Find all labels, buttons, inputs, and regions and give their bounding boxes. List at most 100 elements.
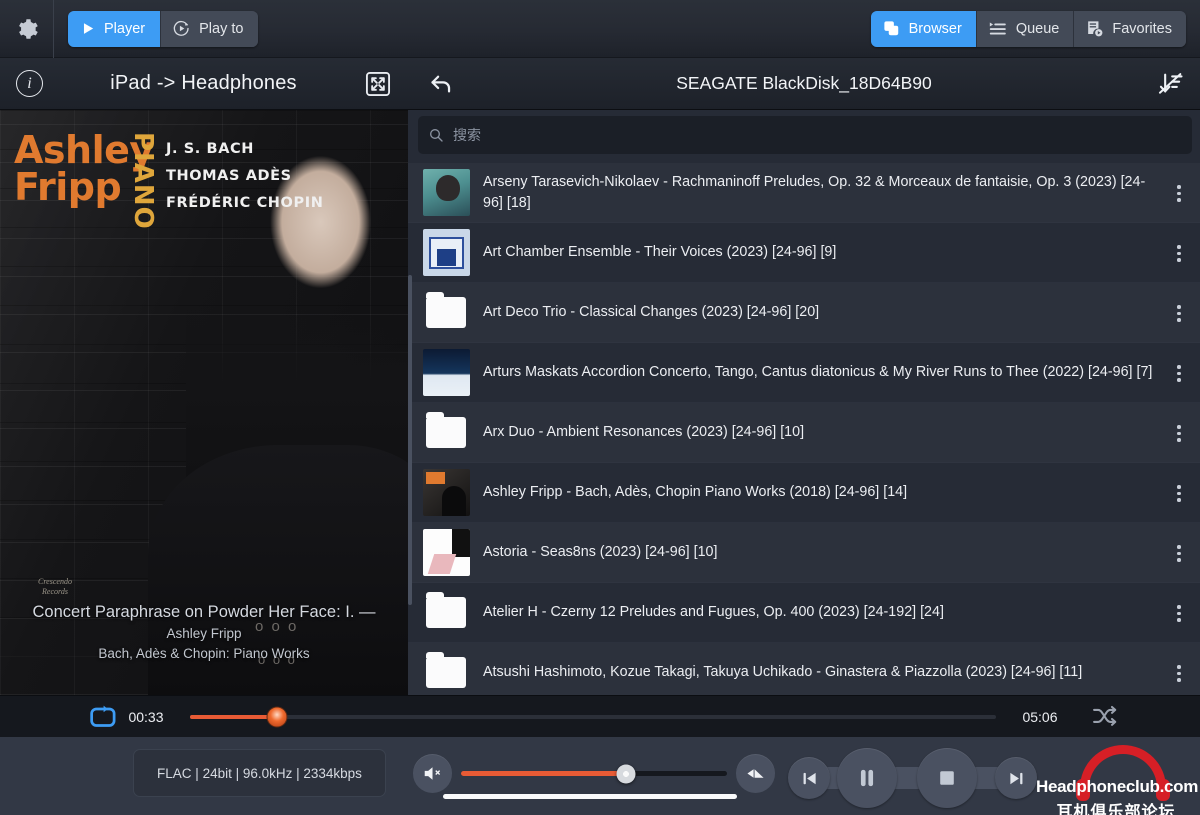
seek-bar-strip: 00:33 05:06: [0, 695, 1200, 737]
volume-down-icon: [744, 764, 767, 783]
tab-favorites-label: Favorites: [1112, 21, 1172, 37]
tab-play-to[interactable]: Play to: [160, 11, 258, 47]
list-scrollbar[interactable]: [408, 275, 412, 605]
browser-panel: SEAGATE BlackDisk_18D64B90 搜索 Ar: [408, 58, 1200, 695]
kebab-menu-icon[interactable]: [1166, 240, 1192, 265]
kebab-menu-icon[interactable]: [1166, 600, 1192, 625]
expand-icon[interactable]: [364, 70, 392, 98]
list-item-label: Arturs Maskats Accordion Concerto, Tango…: [483, 362, 1153, 383]
output-route-title: iPad -> Headphones: [110, 72, 297, 95]
volume-down-button[interactable]: [736, 754, 775, 793]
mode-tab-group: Player Play to: [68, 11, 258, 47]
kebab-menu-icon[interactable]: [1166, 480, 1192, 505]
tab-play-to-label: Play to: [199, 21, 243, 37]
table-row[interactable]: Art Chamber Ensemble - Their Voices (202…: [408, 223, 1200, 283]
format-badge: FLAC | 24bit | 96.0kHz | 2334kbps: [133, 749, 386, 797]
volume-handle[interactable]: [616, 764, 635, 783]
previous-track-button[interactable]: [788, 757, 830, 799]
transport-bar: FLAC | 24bit | 96.0kHz | 2334kbps: [0, 737, 1200, 815]
seek-slider[interactable]: [190, 715, 996, 719]
stop-button[interactable]: [917, 748, 977, 808]
browser-title: SEAGATE BlackDisk_18D64B90: [408, 73, 1200, 94]
table-row[interactable]: Atelier H - Czerny 12 Preludes and Fugue…: [408, 583, 1200, 643]
play-triangle-icon: [79, 20, 96, 37]
elapsed-time: 00:33: [120, 709, 172, 725]
kebab-menu-icon[interactable]: [1166, 420, 1192, 445]
list-item-label: Atsushi Hashimoto, Kozue Takagi, Takuya …: [483, 662, 1153, 683]
album-thumbnail: [423, 229, 470, 276]
volume-fill: [461, 771, 626, 776]
transport-controls: [782, 741, 1052, 815]
list-item-label: Arx Duo - Ambient Resonances (2023) [24-…: [483, 422, 1153, 443]
tab-favorites[interactable]: Favorites: [1073, 11, 1186, 47]
now-playing-artist: Ashley Fripp: [16, 624, 392, 644]
kebab-menu-icon[interactable]: [1166, 660, 1192, 685]
kebab-menu-icon[interactable]: [1166, 300, 1192, 325]
kebab-menu-icon[interactable]: [1166, 360, 1192, 385]
album-art-composers: J. S. BACH THOMAS ADÈS FRÉDÉRIC CHOPIN: [166, 136, 323, 217]
table-row[interactable]: Art Deco Trio - Classical Changes (2023)…: [408, 283, 1200, 343]
seek-handle[interactable]: [267, 706, 288, 727]
list-item-label: Ashley Fripp - Bach, Adès, Chopin Piano …: [483, 482, 1153, 503]
view-tab-group: Browser Queue: [871, 11, 1186, 47]
list-item-label: Art Chamber Ensemble - Their Voices (202…: [483, 242, 1153, 263]
now-playing-album: Bach, Adès & Chopin: Piano Works: [16, 644, 392, 664]
player-panel-header: i iPad -> Headphones: [0, 58, 408, 110]
kebab-menu-icon[interactable]: [1166, 180, 1192, 205]
tab-queue-label: Queue: [1016, 21, 1060, 37]
duration-time: 05:06: [1014, 709, 1066, 725]
app-root: Player Play to: [0, 0, 1200, 815]
kebab-menu-icon[interactable]: [1166, 540, 1192, 565]
list-item-label: Art Deco Trio - Classical Changes (2023)…: [483, 302, 1153, 323]
settings-button[interactable]: [0, 0, 54, 58]
search-placeholder: 搜索: [453, 125, 481, 145]
stop-icon: [935, 766, 959, 790]
repeat-icon[interactable]: [86, 702, 120, 732]
folder-icon: [423, 409, 470, 456]
player-panel: i iPad -> Headphones Ashley Fripp PIANO …: [0, 58, 408, 695]
list-item-label: Atelier H - Czerny 12 Preludes and Fugue…: [483, 602, 1153, 623]
pause-button[interactable]: [837, 748, 897, 808]
favorites-icon: [1085, 19, 1104, 38]
skip-previous-icon: [799, 768, 820, 789]
album-art-instrument: PIANO: [128, 132, 158, 230]
watermark-text: Headphoneclub.com: [1036, 777, 1196, 797]
table-row[interactable]: Arturs Maskats Accordion Concerto, Tango…: [408, 343, 1200, 403]
folder-icon: [423, 589, 470, 636]
back-button[interactable]: [424, 67, 458, 101]
shuffle-icon[interactable]: [1086, 705, 1124, 729]
info-icon[interactable]: i: [16, 70, 43, 97]
folder-icon: [423, 649, 470, 695]
tab-player[interactable]: Player: [68, 11, 160, 47]
table-row[interactable]: Arseny Tarasevich-Nikolaev - Rachmaninof…: [408, 163, 1200, 223]
watermark-chinese: 耳机俱乐部论坛: [1036, 798, 1196, 815]
list-item-label: Astoria - Seas8ns (2023) [24-96] [10]: [483, 542, 1153, 563]
table-row[interactable]: Astoria - Seas8ns (2023) [24-96] [10]: [408, 523, 1200, 583]
sort-disabled-icon[interactable]: [1154, 67, 1188, 101]
volume-baseline: [443, 794, 737, 799]
album-thumbnail: [423, 349, 470, 396]
tab-browser-label: Browser: [909, 21, 962, 37]
table-row[interactable]: Ashley Fripp - Bach, Adès, Chopin Piano …: [408, 463, 1200, 523]
site-watermark: Headphoneclub.com 耳机俱乐部论坛: [1036, 743, 1196, 813]
mute-button[interactable]: [413, 754, 452, 793]
album-art[interactable]: Ashley Fripp PIANO J. S. BACH THOMAS ADÈ…: [0, 110, 408, 695]
seek-progress-fill: [190, 715, 277, 719]
next-track-button[interactable]: [995, 757, 1037, 799]
now-playing-info: Concert Paraphrase on Powder Her Face: I…: [0, 600, 408, 664]
table-row[interactable]: Atsushi Hashimoto, Kozue Takagi, Takuya …: [408, 643, 1200, 695]
search-input[interactable]: 搜索: [418, 116, 1192, 154]
list-item-label: Arseny Tarasevich-Nikolaev - Rachmaninof…: [483, 172, 1153, 214]
tab-queue[interactable]: Queue: [976, 11, 1074, 47]
volume-slider[interactable]: [461, 771, 727, 776]
album-thumbnail: [423, 469, 470, 516]
now-playing-track: Concert Paraphrase on Powder Her Face: I…: [16, 600, 392, 624]
top-toolbar: Player Play to: [0, 0, 1200, 58]
copy-windows-icon: [882, 19, 901, 38]
volume-control: [413, 751, 775, 797]
table-row[interactable]: Arx Duo - Ambient Resonances (2023) [24-…: [408, 403, 1200, 463]
speaker-mute-icon: [422, 764, 443, 783]
album-list[interactable]: Arseny Tarasevich-Nikolaev - Rachmaninof…: [408, 163, 1200, 695]
tab-browser[interactable]: Browser: [871, 11, 976, 47]
gear-icon: [14, 16, 40, 42]
